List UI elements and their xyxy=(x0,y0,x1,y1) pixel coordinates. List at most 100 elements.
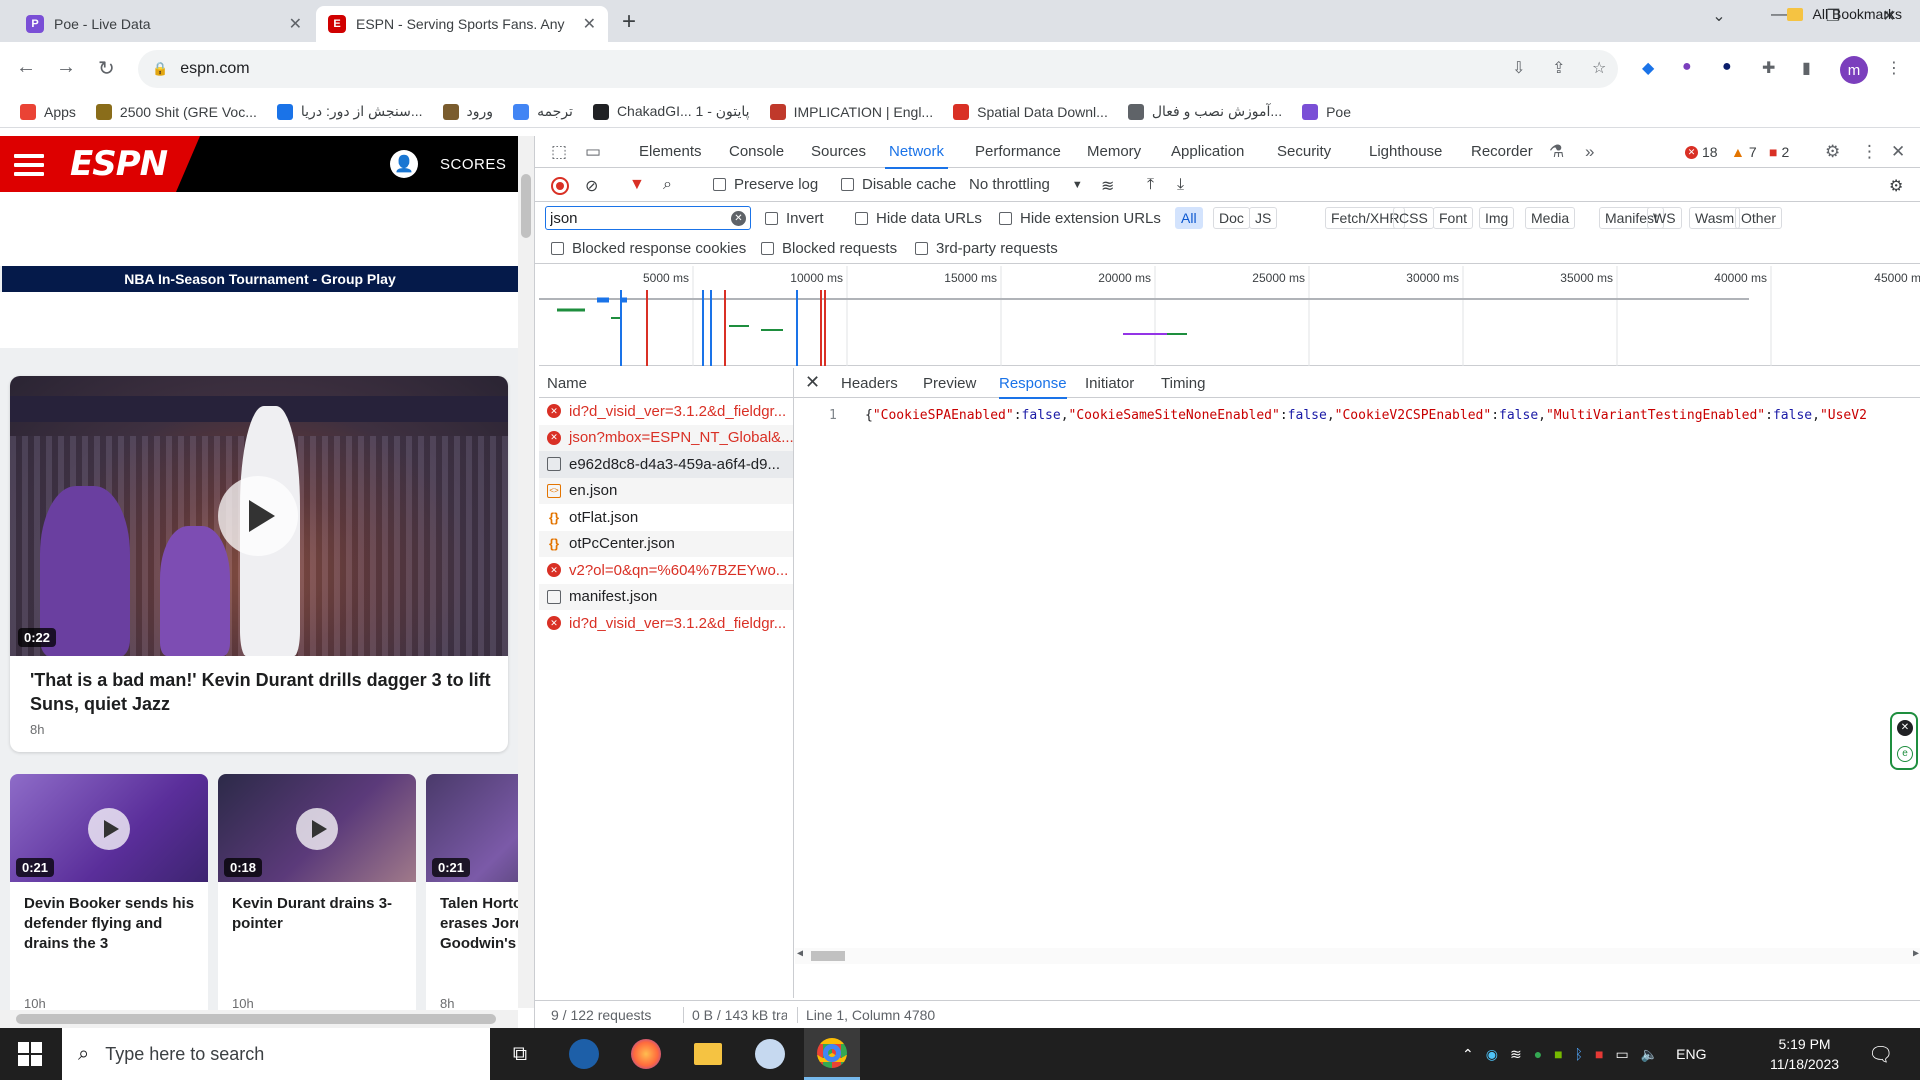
request-row[interactable]: e962d8c8-d4a3-459a-a6f4-d9... xyxy=(539,451,793,478)
type-filter-all[interactable]: All xyxy=(1175,207,1203,229)
tab-initiator[interactable]: Initiator xyxy=(1085,375,1134,392)
hero-video-thumbnail[interactable]: 0:22 xyxy=(10,376,508,656)
filter-input[interactable] xyxy=(545,206,751,230)
close-circle-icon[interactable]: ✕ xyxy=(1897,720,1913,736)
third-party-checkbox[interactable]: 3rd-party requests xyxy=(915,240,1058,257)
bookmark-item[interactable]: ترجمه xyxy=(513,103,573,120)
task-view-icon[interactable]: ⧉ xyxy=(492,1028,548,1080)
clear-filter-icon[interactable]: ✕ xyxy=(731,211,746,226)
issues-counter[interactable]: ■ 2 xyxy=(1769,144,1789,160)
export-har-icon[interactable]: ⤓ xyxy=(1177,176,1184,194)
tournament-banner[interactable]: NBA In-Season Tournament - Group Play xyxy=(2,266,518,292)
app-tray-icon[interactable]: ● xyxy=(1534,1046,1542,1062)
bookmark-item[interactable]: ورود xyxy=(442,103,493,120)
bluetooth-icon[interactable]: ᛒ xyxy=(1575,1046,1583,1062)
vpn-app-icon[interactable] xyxy=(556,1028,612,1080)
tab-console[interactable]: Console xyxy=(729,143,784,160)
chrome-icon[interactable] xyxy=(804,1028,860,1080)
video-card[interactable]: 0:21 Devin Booker sends his defender fly… xyxy=(10,774,208,1024)
close-tab-icon[interactable]: ✕ xyxy=(583,14,596,34)
tab-lighthouse[interactable]: Lighthouse xyxy=(1369,143,1442,160)
all-bookmarks-button[interactable]: All Bookmarks xyxy=(1786,6,1902,22)
name-column-header[interactable]: Name xyxy=(547,375,587,392)
side-panel-icon[interactable]: ▮ xyxy=(1802,58,1811,78)
share-icon[interactable]: ⇪ xyxy=(1552,58,1565,78)
tab-performance[interactable]: Performance xyxy=(975,143,1061,160)
tab-application[interactable]: Application xyxy=(1171,143,1244,160)
clear-icon[interactable]: ⊘ xyxy=(585,176,598,196)
inspect-element-icon[interactable]: ⬚ xyxy=(551,142,567,162)
hide-extension-urls-checkbox[interactable]: Hide extension URLs xyxy=(999,210,1161,227)
volume-icon[interactable]: 🔈 xyxy=(1641,1046,1658,1063)
reload-icon[interactable]: ↻ xyxy=(98,56,115,81)
page-vertical-scrollbar[interactable] xyxy=(518,136,534,1008)
paint-app-icon[interactable] xyxy=(742,1028,798,1080)
request-row[interactable]: {} otPcCenter.json xyxy=(539,530,793,557)
video-card[interactable]: 0:18 Kevin Durant drains 3-pointer 10h xyxy=(218,774,416,1024)
battery-icon[interactable]: ▭ xyxy=(1616,1046,1629,1063)
play-icon[interactable] xyxy=(218,476,298,556)
type-filter-ws[interactable]: WS xyxy=(1647,207,1682,229)
hide-data-urls-checkbox[interactable]: Hide data URLs xyxy=(855,210,982,227)
type-filter-wasm[interactable]: Wasm xyxy=(1689,207,1741,229)
tab-sources[interactable]: Sources xyxy=(811,143,866,160)
bookmark-item[interactable]: Apps xyxy=(20,103,76,120)
disable-cache-checkbox[interactable]: Disable cache xyxy=(841,176,956,193)
extensions-puzzle-icon[interactable]: ✚ xyxy=(1762,58,1775,78)
devtools-menu-icon[interactable]: ⋮ xyxy=(1861,142,1878,162)
video-thumbnail[interactable]: 0:21 xyxy=(426,774,518,882)
close-detail-icon[interactable]: ✕ xyxy=(805,372,820,393)
blocked-requests-checkbox[interactable]: Blocked requests xyxy=(761,240,897,257)
user-account-icon[interactable]: 👤 xyxy=(390,150,418,178)
taskbar-search-box[interactable]: ⌕ Type here to search xyxy=(62,1028,490,1080)
warning-counter[interactable]: ▲ 7 xyxy=(1731,144,1757,160)
close-devtools-icon[interactable]: ✕ xyxy=(1891,142,1905,162)
video-card[interactable]: 0:21 Talen Horton-Tucker erases Jordan G… xyxy=(426,774,518,1024)
bookmark-item[interactable]: آموزش نصب و فعال... xyxy=(1127,103,1282,120)
tab-poe[interactable]: P Poe - Live Data ✕ xyxy=(14,6,314,42)
tab-response[interactable]: Response xyxy=(999,375,1067,399)
espn-logo[interactable]: ESPN xyxy=(70,144,168,184)
back-icon[interactable]: ← xyxy=(16,56,36,79)
windows-start-icon[interactable] xyxy=(18,1042,42,1066)
response-code-line[interactable]: {"CookieSPAEnabled":false,"CookieSameSit… xyxy=(865,408,1867,423)
bookmark-item[interactable]: 2500 Shit (GRE Voc... xyxy=(95,103,257,120)
request-row[interactable]: <> en.json xyxy=(539,477,793,504)
profile-avatar[interactable]: m xyxy=(1840,56,1868,84)
device-toolbar-icon[interactable]: ▭ xyxy=(585,142,601,162)
scores-link[interactable]: SCORES xyxy=(440,156,506,173)
hero-video-card[interactable]: 0:22 'That is a bad man!' Kevin Durant d… xyxy=(10,376,508,752)
invert-checkbox[interactable]: Invert xyxy=(765,210,824,227)
extension-circle-icon[interactable]: ● xyxy=(1722,58,1732,76)
bookmark-item[interactable]: ChakadGI... پایتون - 1 xyxy=(592,103,750,120)
video-thumbnail[interactable]: 0:18 xyxy=(218,774,416,882)
settings-gear-icon[interactable]: ⚙ xyxy=(1825,142,1840,162)
network-conditions-icon[interactable]: ≋ xyxy=(1101,176,1114,196)
request-row[interactable]: ✕ v2?ol=0&qn=%604%7BZEYwo... xyxy=(539,557,793,584)
type-filter-font[interactable]: Font xyxy=(1433,207,1474,229)
network-timeline-overview[interactable]: 5000 ms 10000 ms 15000 ms 20000 ms 25000 ms 3… xyxy=(539,266,1920,366)
import-har-icon[interactable]: ⤒ xyxy=(1147,176,1154,194)
tab-espn[interactable]: E ESPN - Serving Sports Fans. Any ✕ xyxy=(316,6,608,42)
tab-elements[interactable]: Elements xyxy=(639,143,702,160)
notifications-icon[interactable]: 🗨 xyxy=(1868,1042,1893,1067)
menu-kebab-icon[interactable]: ⋮ xyxy=(1886,58,1902,78)
scroll-left-icon[interactable]: ◀ xyxy=(797,948,803,959)
request-row[interactable]: manifest.json xyxy=(539,583,793,610)
bookmark-item[interactable]: سنجش از دور: دریا... xyxy=(276,103,423,120)
scroll-right-icon[interactable]: ▶ xyxy=(1913,948,1919,959)
throttling-select[interactable]: No throttling ▼ xyxy=(969,176,1083,193)
response-horizontal-scrollbar[interactable]: ◀ ▶ xyxy=(795,948,1920,964)
close-tab-icon[interactable]: ✕ xyxy=(289,14,302,34)
forward-icon[interactable]: → xyxy=(56,56,76,79)
video-title[interactable]: Devin Booker sends his defender flying a… xyxy=(24,894,200,954)
tab-preview[interactable]: Preview xyxy=(923,375,976,392)
lock-icon[interactable]: 🔒 xyxy=(152,61,168,77)
show-hidden-icons-icon[interactable]: ⌃ xyxy=(1462,1046,1474,1063)
type-filter-doc[interactable]: Doc xyxy=(1213,207,1250,229)
hamburger-menu-icon[interactable] xyxy=(14,154,44,181)
extension-shield-icon[interactable]: ◆ xyxy=(1642,58,1654,78)
nvidia-icon[interactable]: ■ xyxy=(1554,1046,1562,1062)
more-tabs-icon[interactable]: » xyxy=(1585,142,1594,162)
bookmark-item[interactable]: Poe xyxy=(1302,103,1351,120)
